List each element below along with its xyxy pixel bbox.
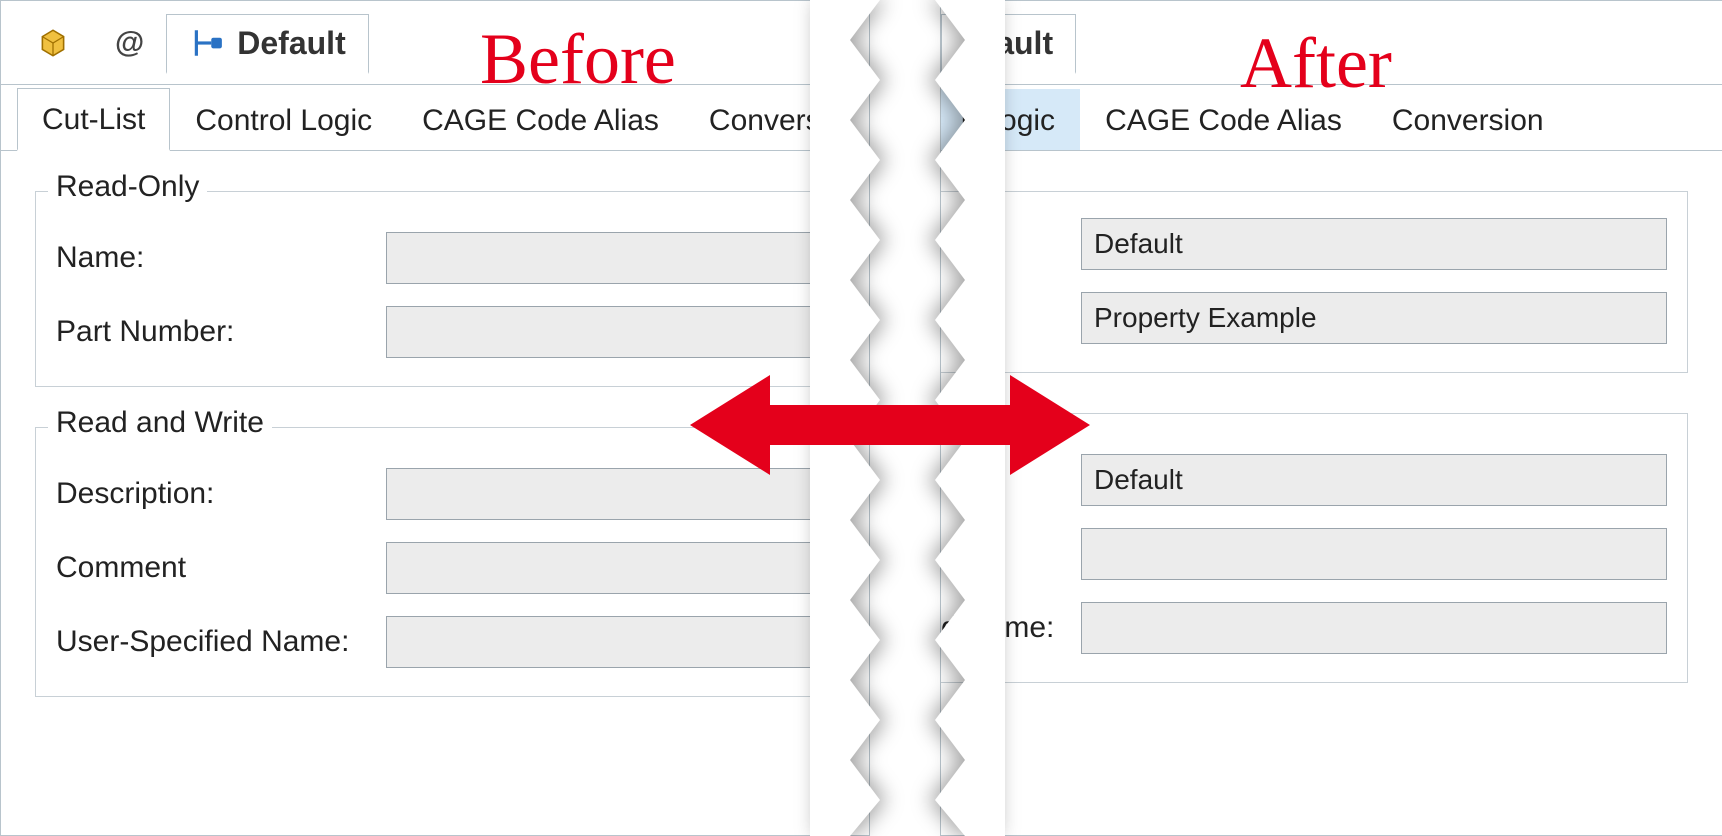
tab-control-logic[interactable]: Control Logic — [170, 89, 397, 150]
group-read-write: Read and Write Description: Comment User… — [35, 427, 835, 697]
input-user-specified-name[interactable] — [386, 616, 814, 668]
label-description: Description: — [56, 477, 386, 511]
group-read-only-right — [941, 191, 1688, 373]
before-panel: @ Default Cut-List Control Logic CAGE Co… — [0, 0, 870, 836]
input-name-right[interactable] — [1081, 218, 1667, 270]
label-name: Name: — [56, 241, 386, 275]
at-icon: @ — [115, 26, 144, 60]
top-tab-strip: @ Default — [1, 1, 869, 85]
group-read-only: Read-Only Name: Part Number: — [35, 191, 835, 387]
tab-cut-list[interactable]: Cut-List — [17, 88, 170, 151]
input-comment[interactable] — [386, 542, 814, 594]
tab-default-label: Default — [237, 25, 345, 62]
sub-tab-strip-left: Cut-List Control Logic CAGE Code Alias C… — [1, 85, 869, 151]
tab-part-icon[interactable] — [13, 15, 93, 71]
sub-tab-strip-right: ıl Logic CAGE Code Alias Conversion — [941, 85, 1722, 151]
label-user-specified-name: User-Specified Name: — [56, 625, 386, 659]
tab-at-symbol[interactable]: @ — [93, 16, 166, 70]
tab-conversion-right[interactable]: Conversion — [1367, 89, 1569, 150]
legend-read-write: Read and Write — [48, 406, 272, 440]
legend-read-write-right-trunc: te — [949, 392, 990, 426]
input-part-number[interactable] — [386, 306, 814, 358]
label-user-specified-name-right: d Name: — [941, 611, 1081, 645]
config-tree-icon — [189, 25, 225, 61]
group-read-write-right: te d Name: — [941, 413, 1688, 683]
after-panel: ?fault ıl Logic CAGE Code Alias Conversi… — [940, 0, 1722, 836]
legend-read-only: Read-Only — [48, 170, 207, 204]
part-icon — [35, 25, 71, 61]
label-comment: Comment — [56, 551, 386, 585]
input-description-right[interactable] — [1081, 454, 1667, 506]
input-description[interactable] — [386, 468, 814, 520]
tab-conversion[interactable]: Conversio — [684, 89, 869, 150]
input-part-number-right[interactable] — [1081, 292, 1667, 344]
tab-default[interactable]: Default — [166, 14, 368, 74]
input-comment-right[interactable] — [1081, 528, 1667, 580]
top-tab-strip-right: ?fault — [941, 1, 1722, 85]
tab-control-logic-right[interactable]: ıl Logic — [941, 89, 1080, 150]
tab-cage-code-alias-right[interactable]: CAGE Code Alias — [1080, 89, 1367, 150]
label-part-number: Part Number: — [56, 315, 386, 349]
input-name[interactable] — [386, 232, 814, 284]
tab-cage-code-alias[interactable]: CAGE Code Alias — [397, 89, 684, 150]
input-user-specified-name-right[interactable] — [1081, 602, 1667, 654]
tab-default-right-label: ?fault — [966, 25, 1053, 62]
tab-default-right[interactable]: ?fault — [941, 14, 1076, 74]
